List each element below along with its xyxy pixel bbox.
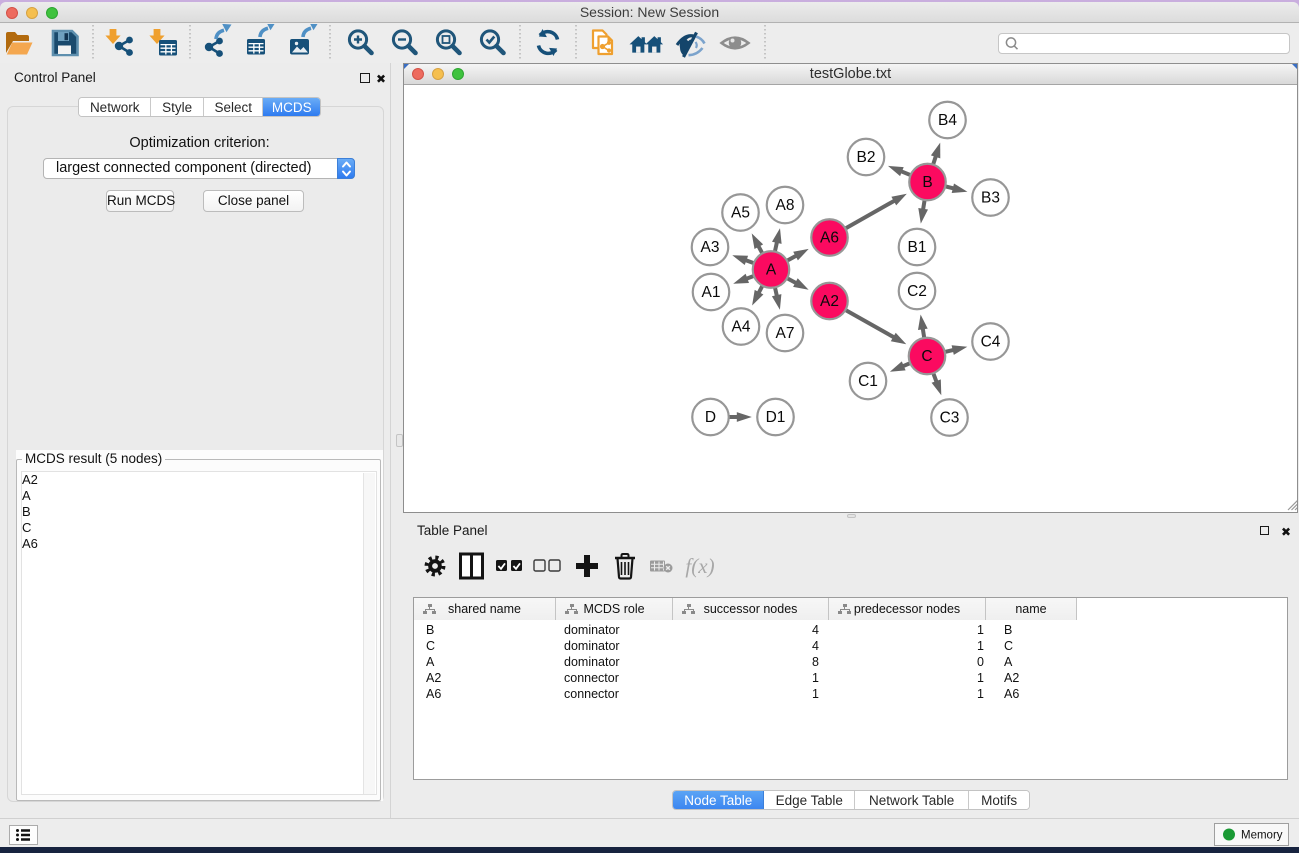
svg-text:D: D bbox=[705, 409, 716, 426]
svg-text:B3: B3 bbox=[981, 190, 1000, 207]
svg-text:B: B bbox=[922, 174, 932, 191]
svg-text:A3: A3 bbox=[701, 239, 720, 256]
svg-text:A4: A4 bbox=[732, 319, 751, 336]
svg-text:C1: C1 bbox=[858, 373, 878, 390]
svg-text:C4: C4 bbox=[981, 334, 1001, 351]
svg-text:D1: D1 bbox=[766, 409, 786, 426]
svg-text:A2: A2 bbox=[820, 293, 839, 310]
svg-text:A: A bbox=[766, 262, 777, 279]
svg-text:Memory: Memory bbox=[1241, 830, 1283, 842]
svg-text:B2: B2 bbox=[857, 149, 876, 166]
svg-text:A8: A8 bbox=[776, 197, 795, 214]
svg-text:B1: B1 bbox=[908, 239, 927, 256]
svg-text:C3: C3 bbox=[940, 410, 960, 427]
svg-text:B4: B4 bbox=[938, 112, 957, 129]
svg-text:A5: A5 bbox=[731, 205, 750, 222]
svg-text:C: C bbox=[921, 348, 932, 365]
svg-text:f(x): f(x) bbox=[685, 554, 714, 578]
svg-text:C2: C2 bbox=[907, 283, 927, 300]
svg-text:A6: A6 bbox=[820, 230, 839, 247]
svg-text:A7: A7 bbox=[776, 325, 795, 342]
svg-text:A1: A1 bbox=[702, 284, 721, 301]
